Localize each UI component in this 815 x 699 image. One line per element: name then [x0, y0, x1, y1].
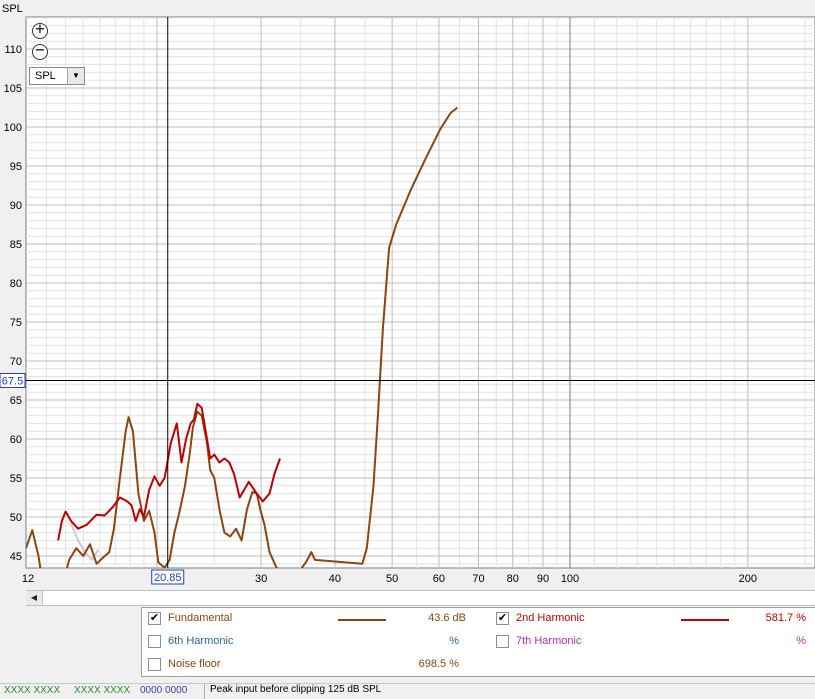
- legend-label: 2nd Harmonic: [516, 612, 585, 624]
- y-tick-label: 90: [10, 200, 22, 212]
- arrow-left-icon: ◀: [30, 593, 38, 602]
- x-tick-label: 90: [537, 573, 549, 585]
- 6th-harmonic-checkbox[interactable]: [148, 635, 161, 648]
- y-tick-label: 55: [10, 473, 22, 485]
- status-message: Peak input before clipping 125 dB SPL: [204, 684, 381, 699]
- x-tick-label: 70: [472, 573, 484, 585]
- cursor-y-label: 67.5: [2, 376, 23, 388]
- legend-label: 6th Harmonic: [168, 635, 234, 647]
- view-select[interactable]: SPL ▼: [29, 67, 85, 85]
- legend-label: Fundamental: [168, 612, 233, 624]
- spl-chart[interactable]: 45 50 55 60 65 70 75 80 85 90 95 100 105 110 67.5 12 30…: [0, 0, 815, 590]
- chevron-down-icon[interactable]: ▼: [67, 68, 84, 84]
- input-meter-2: XXXX XXXX: [74, 685, 131, 696]
- y-tick-label: 65: [10, 395, 22, 407]
- noise-floor-checkbox[interactable]: [148, 658, 161, 671]
- y-tick-label: 95: [10, 161, 22, 173]
- y-tick-label: 85: [10, 239, 22, 251]
- x-tick-label: 30: [255, 573, 267, 585]
- y-tick-label: 60: [10, 434, 22, 446]
- fundamental-checkbox[interactable]: ✔: [148, 612, 161, 625]
- zoom-in-button[interactable]: +: [32, 23, 48, 39]
- x-tick-label: 40: [329, 573, 341, 585]
- y-tick-label: 70: [10, 356, 22, 368]
- legend-item-7th-harmonic[interactable]: 7th Harmonic %: [496, 633, 810, 651]
- x-tick-label: 50: [386, 573, 398, 585]
- y-axis-label: SPL: [2, 3, 23, 15]
- y-tick-label: 110: [4, 44, 22, 56]
- legend-item-noise-floor[interactable]: Noise floor 698.5 %: [148, 656, 478, 674]
- legend-item-fundamental[interactable]: ✔ Fundamental 43.6 dB: [148, 610, 478, 628]
- y-tick-label: 50: [10, 512, 22, 524]
- legend-label: 7th Harmonic: [516, 635, 582, 647]
- minus-circle-icon: −: [34, 43, 46, 58]
- zoom-out-button[interactable]: −: [32, 44, 48, 60]
- legend-item-2nd-harmonic[interactable]: ✔ 2nd Harmonic 581.7 %: [496, 610, 810, 628]
- output-meter: 0000 0000: [140, 685, 188, 696]
- y-tick-label: 45: [10, 551, 22, 563]
- y-tick-label: 75: [10, 317, 22, 329]
- legend-item-6th-harmonic[interactable]: 6th Harmonic %: [148, 633, 478, 651]
- legend-value: 581.7 %: [765, 612, 806, 624]
- scroll-left-button[interactable]: ◀: [26, 591, 43, 605]
- x-tick-label: 200: [739, 573, 757, 585]
- x-tick-label: 80: [507, 573, 519, 585]
- 7th-harmonic-checkbox[interactable]: [496, 635, 509, 648]
- y-tick-label: 100: [4, 122, 22, 134]
- x-tick-label: 60: [433, 573, 445, 585]
- view-select-value: SPL: [35, 70, 56, 82]
- legend-value: 43.6 dB: [428, 612, 466, 624]
- input-meter-1: XXXX XXXX: [4, 685, 61, 696]
- legend-value: %: [449, 635, 459, 647]
- status-bar: XXXX XXXX XXXX XXXX 0000 0000 Peak input…: [0, 683, 815, 699]
- y-tick-label: 80: [10, 278, 22, 290]
- legend-value: %: [796, 635, 806, 647]
- legend-value: 698.5 %: [418, 658, 459, 670]
- horizontal-scrollbar[interactable]: ◀: [26, 590, 815, 606]
- x-tick-label: 12: [22, 573, 34, 585]
- legend-panel: ✔ Fundamental 43.6 dB ✔ 2nd Harmonic 581…: [141, 607, 815, 677]
- legend-label: Noise floor: [168, 658, 221, 670]
- 2nd-harmonic-checkbox[interactable]: ✔: [496, 612, 509, 625]
- cursor-x-label: 20.85: [154, 572, 182, 584]
- x-tick-label: 100: [561, 573, 579, 585]
- plus-circle-icon: +: [34, 22, 46, 37]
- y-tick-label: 105: [4, 83, 22, 95]
